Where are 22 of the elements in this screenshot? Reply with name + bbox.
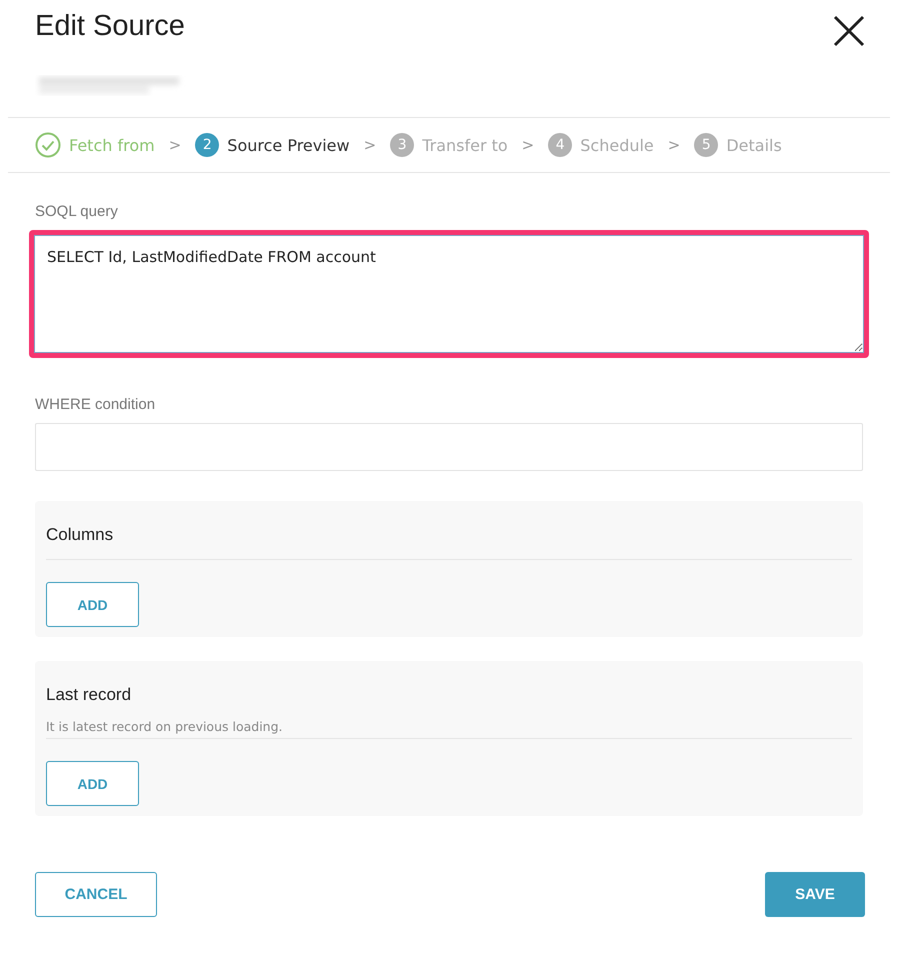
step-tab[interactable]: 4 Schedule [548, 133, 654, 157]
query-field[interactable]: SELECT Id, LastModifiedDate FROM account [34, 235, 864, 353]
add-button[interactable]: ADD [46, 582, 139, 627]
section-description: It is latest record on previous loading. [46, 719, 284, 734]
field-label: WHERE condition [35, 396, 156, 413]
check-circle-icon [35, 132, 61, 158]
input-field[interactable] [35, 423, 863, 471]
chevron-icon: > [168, 136, 182, 154]
field-label: SOQL query [35, 203, 119, 220]
cancel-button[interactable]: CANCEL [35, 872, 157, 917]
dialog-title: Edit Source [35, 10, 185, 43]
step-tab[interactable]: 2 Source Preview [195, 133, 350, 157]
chevron-icon: > [364, 136, 376, 154]
step-tab[interactable]: Fetch from [35, 132, 155, 158]
section-title: Last record [46, 684, 132, 705]
add-button[interactable]: ADD [46, 761, 139, 806]
chevron-icon: > [668, 136, 680, 154]
save-button[interactable]: SAVE [765, 872, 865, 917]
section-title: Columns [46, 524, 114, 545]
step-tab[interactable]: 5 Details [694, 133, 782, 157]
chevron-icon: > [522, 136, 534, 154]
step-tab[interactable]: 3 Transfer to [390, 133, 508, 157]
